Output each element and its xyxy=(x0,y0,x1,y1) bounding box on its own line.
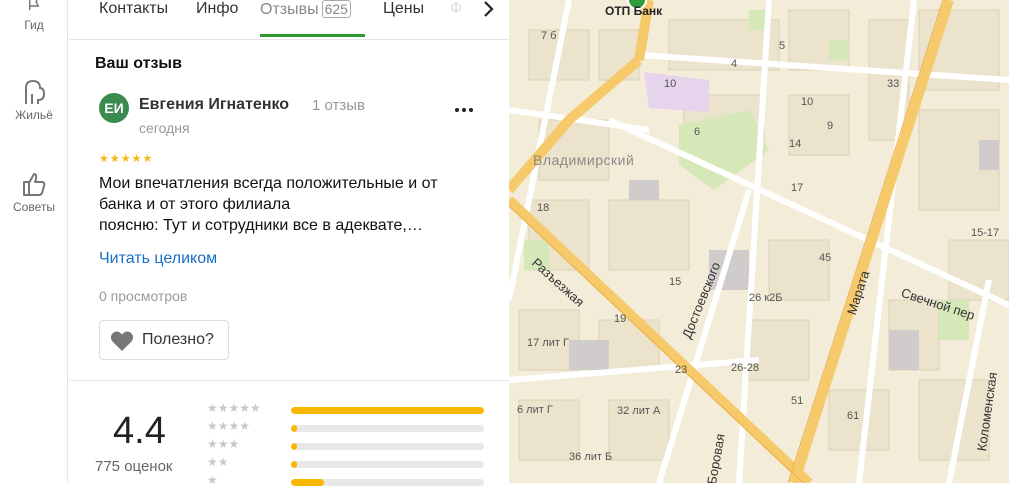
read-more-link[interactable]: Читать целиком xyxy=(99,250,217,268)
rail-item-label: Советы xyxy=(13,200,55,214)
review-text: Мои впечатления всегда положительные и о… xyxy=(99,173,479,236)
rating-row-stars: ★ xyxy=(207,473,218,487)
map-house-number: 10 xyxy=(801,96,814,108)
rating-bar xyxy=(291,425,484,432)
map-house-number: 18 xyxy=(537,202,550,214)
map-house-number: 6 xyxy=(694,126,701,138)
rating-bar-fill xyxy=(291,425,297,432)
useful-button[interactable]: Полезно? xyxy=(99,320,229,360)
map-house-number: 17 лит Г xyxy=(527,337,569,349)
views-count: 0 просмотров xyxy=(99,288,188,304)
author-review-count: 1 отзыв xyxy=(312,97,366,114)
map-house-number: 32 лит А xyxy=(617,405,661,417)
map-house-number: 36 лит Б xyxy=(569,451,613,463)
thumbs-up-icon xyxy=(23,173,46,196)
rating-row-stars: ★★★★ xyxy=(207,419,251,433)
map-house-number: 15 xyxy=(669,276,682,288)
tab-reviews[interactable]: Отзывы 625 xyxy=(260,0,351,19)
avatar[interactable]: ЕИ xyxy=(99,93,129,123)
rating-value: 4.4 xyxy=(113,410,166,452)
more-options-icon[interactable] xyxy=(454,100,474,120)
rating-bar-fill xyxy=(291,461,297,468)
review-author[interactable]: Евгения Игнатенко xyxy=(139,96,289,114)
rating-bar xyxy=(291,443,484,450)
active-tab-indicator xyxy=(260,34,365,37)
heart-icon xyxy=(110,331,134,351)
section-title: Ваш отзыв xyxy=(95,55,182,72)
rail-item-tips[interactable]: Советы xyxy=(0,170,68,214)
tab-prices[interactable]: Цены xyxy=(383,0,424,18)
rating-distribution-row[interactable]: ★★★ xyxy=(207,437,507,452)
review-text-line: банка и от этого филиала xyxy=(99,196,291,213)
rating-row-stars: ★★ xyxy=(207,455,229,469)
rating-distribution-row[interactable]: ★★★★★ xyxy=(207,401,507,416)
useful-button-label: Полезно? xyxy=(142,331,214,348)
map-house-number: 26-28 xyxy=(731,362,760,374)
map-house-number: 14 xyxy=(789,138,802,150)
map-house-number: 23 xyxy=(675,364,688,376)
map-house-number: 4 xyxy=(731,58,738,70)
rail-item-guide[interactable]: Гид xyxy=(0,0,68,32)
chevron-right-icon[interactable] xyxy=(479,0,499,20)
tab-bar: Контакты Инфо Отзывы 625 Цены Ф xyxy=(69,0,509,40)
review-text-line: Мои впечатления всегда положительные и о… xyxy=(99,175,438,192)
tab-info[interactable]: Инфо xyxy=(196,0,238,18)
map-house-number: 19 xyxy=(614,313,627,325)
map-house-number: 6 лит Г xyxy=(517,404,553,416)
tab-contacts[interactable]: Контакты xyxy=(99,0,168,18)
map-house-number: 10 xyxy=(664,78,677,90)
map-house-number: 45 xyxy=(819,252,832,264)
tab-faded[interactable]: Ф xyxy=(450,0,462,18)
flag-icon xyxy=(29,0,40,11)
reviews-count-badge: 625 xyxy=(321,0,351,18)
map-house-number: 51 xyxy=(791,395,804,407)
map-district-label: Владимирский xyxy=(533,152,635,168)
rating-count: 775 оценок xyxy=(95,458,173,475)
rating-bar xyxy=(291,407,484,414)
tab-reviews-label: Отзывы xyxy=(260,1,319,18)
rail-item-housing[interactable]: Жильё xyxy=(0,78,68,122)
map-house-number: 5 xyxy=(779,40,786,52)
rating-distribution-row[interactable]: ★ xyxy=(207,473,507,488)
divider xyxy=(69,380,509,381)
rating-bar-fill xyxy=(291,407,484,414)
map-house-number: 17 xyxy=(791,182,804,194)
rating-bar xyxy=(291,461,484,468)
review-date: сегодня xyxy=(139,120,190,136)
map-poi-label[interactable]: ОТП Банк xyxy=(605,4,662,18)
rating-row-stars: ★★★★★ xyxy=(207,401,261,415)
map-house-number: 15-17 xyxy=(971,227,1000,239)
rating-row-stars: ★★★ xyxy=(207,437,240,451)
map-canvas xyxy=(509,0,1009,483)
review-stars: ★★★★★ xyxy=(99,153,154,165)
building-icon xyxy=(25,79,46,104)
rating-distribution-row[interactable]: ★★ xyxy=(207,455,507,470)
map-house-number: 61 xyxy=(847,410,860,422)
organization-panel: Контакты Инфо Отзывы 625 Цены Ф Ваш отзыв… xyxy=(69,0,509,487)
map-house-number: 26 к2Б xyxy=(749,292,783,304)
left-rail: Гид Жильё Советы xyxy=(0,0,68,483)
map-view[interactable]: ОТП Банк Владимирский Разъезжая Достоевс… xyxy=(509,0,1009,483)
map-house-number: 33 xyxy=(887,78,900,90)
map-house-number: 7 б xyxy=(541,30,557,42)
map-house-number: 9 xyxy=(827,120,834,132)
rating-bar-fill xyxy=(291,443,297,450)
rail-item-label: Жильё xyxy=(15,108,53,122)
rating-distribution-row[interactable]: ★★★★ xyxy=(207,419,507,434)
rail-item-label: Гид xyxy=(24,18,44,32)
review-text-line: поясню: Тут и сотрудники все в адеквате,… xyxy=(99,217,423,234)
